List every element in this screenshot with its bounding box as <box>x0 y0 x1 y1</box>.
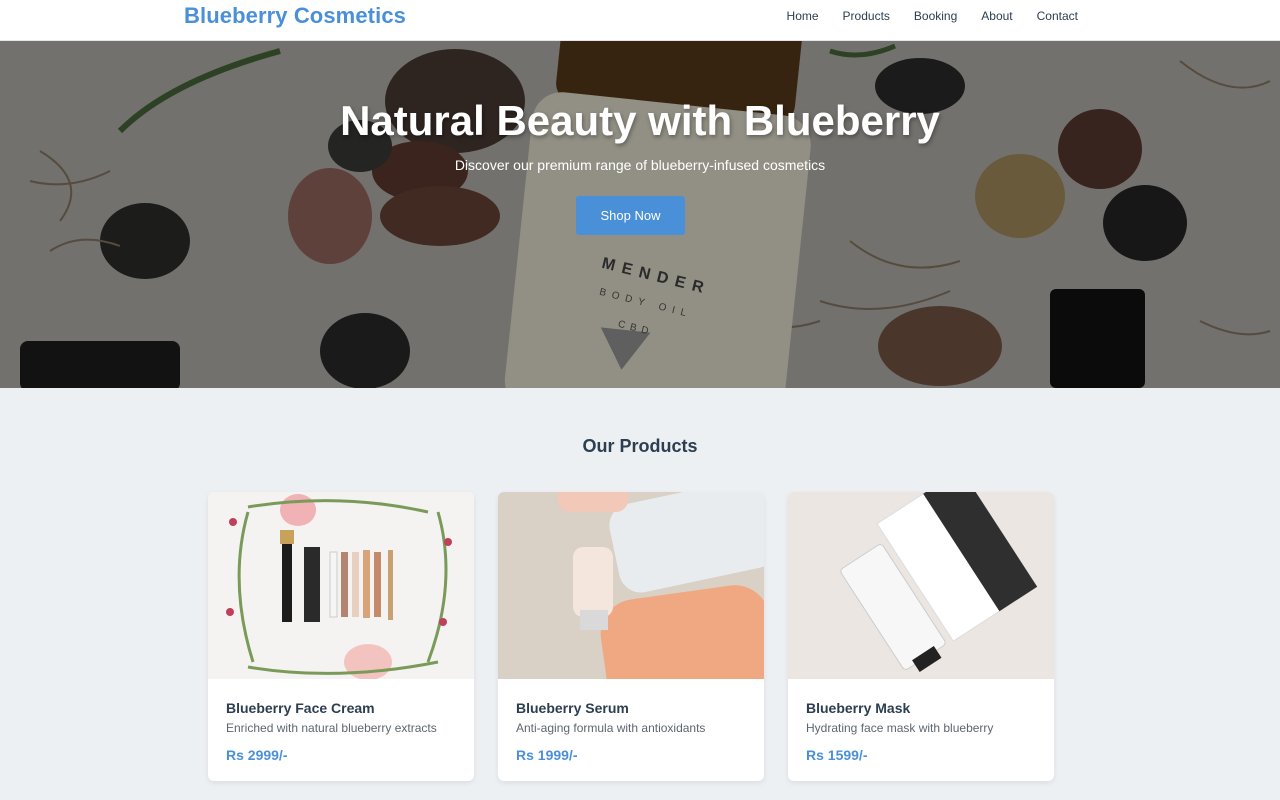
product-card-mask[interactable]: Blueberry Mask Hydrating face mask with … <box>788 492 1054 781</box>
product-description: Enriched with natural blueberry extracts <box>226 721 437 735</box>
products-heading: Our Products <box>582 436 698 456</box>
product-price: Rs 2999/- <box>226 747 288 763</box>
hero-title: Natural Beauty with Blueberry <box>340 97 940 144</box>
hero-banner: MENDER BODY OIL CBD Natural Beauty with … <box>0 41 1280 388</box>
nav-link-products[interactable]: Products <box>843 9 890 23</box>
product-name[interactable]: Blueberry Serum <box>516 700 629 716</box>
product-description: Anti-aging formula with antioxidants <box>516 721 706 735</box>
product-image-mask[interactable] <box>788 492 1054 679</box>
product-image-face-cream[interactable] <box>208 492 474 679</box>
product-card-serum[interactable]: Blueberry Serum Anti-aging formula with … <box>498 492 764 781</box>
site-header: Blueberry Cosmetics Home Products Bookin… <box>0 0 1280 41</box>
product-image-serum[interactable] <box>498 492 764 679</box>
hero-subtitle: Discover our premium range of blueberry-… <box>454 157 826 173</box>
main-nav: Home Products Booking About Contact <box>763 9 1078 23</box>
nav-link-about[interactable]: About <box>981 9 1012 23</box>
product-price: Rs 1599/- <box>806 747 868 763</box>
nav-link-home[interactable]: Home <box>787 9 819 23</box>
nav-link-booking[interactable]: Booking <box>914 9 957 23</box>
nav-link-contact[interactable]: Contact <box>1037 9 1078 23</box>
product-price: Rs 1999/- <box>516 747 578 763</box>
product-name[interactable]: Blueberry Face Cream <box>226 700 375 716</box>
product-name[interactable]: Blueberry Mask <box>806 700 910 716</box>
product-description: Hydrating face mask with blueberry <box>806 721 994 735</box>
brand-logo[interactable]: Blueberry Cosmetics <box>184 3 406 29</box>
product-card-face-cream[interactable]: Blueberry Face Cream Enriched with natur… <box>208 492 474 781</box>
shop-now-button[interactable]: Shop Now <box>576 196 685 235</box>
